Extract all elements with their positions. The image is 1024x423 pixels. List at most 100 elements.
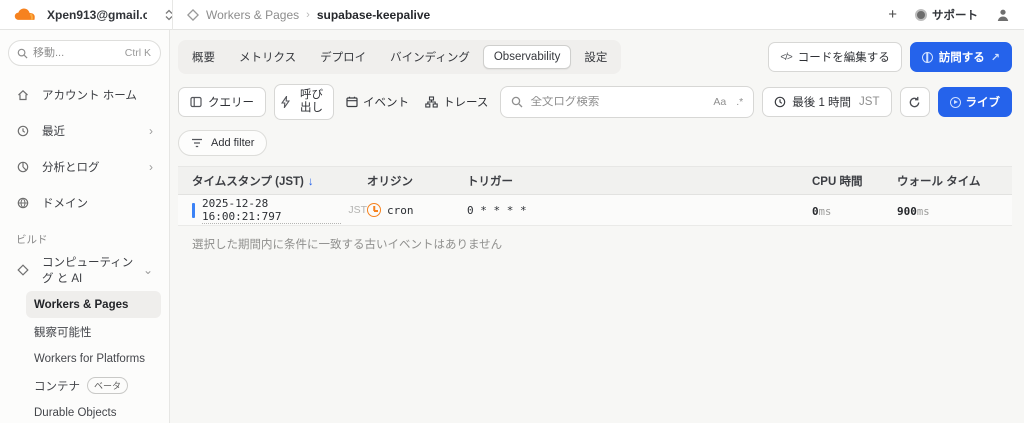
account-label: Xpen913@gmail.co... — [47, 7, 147, 22]
page-tabs: 概要 メトリクス デプロイ バインディング Observability 設定 — [178, 40, 622, 74]
clock-icon — [16, 125, 30, 137]
home-icon — [16, 89, 30, 101]
refresh-button[interactable] — [899, 87, 930, 117]
wall-time-cell: 900ms — [897, 202, 998, 218]
edit-code-button[interactable]: </> コードを編集する — [768, 42, 902, 72]
sidebar-item-label: 分析とログ — [42, 162, 100, 174]
code-icon: </> — [780, 51, 793, 63]
sidebar-item-analytics-logs[interactable]: 分析とログ › — [8, 152, 161, 182]
tab-settings[interactable]: 設定 — [573, 43, 618, 71]
sidebar-sublist: Workers & Pages 観察可能性 Workers for Platfo… — [8, 291, 161, 423]
tab-observability[interactable]: Observability — [482, 45, 572, 69]
case-sensitive-toggle[interactable]: Aa — [713, 96, 726, 108]
chevron-down-icon: ⌄ — [142, 263, 153, 277]
header-trigger: トリガー — [467, 175, 513, 188]
sidebar-search-input[interactable] — [33, 47, 113, 59]
row-origin: cron — [387, 203, 414, 217]
invocations-button[interactable]: 呼び出し — [274, 84, 334, 120]
add-button[interactable]: + — [888, 7, 897, 22]
visit-button[interactable]: 訪問する ↗ — [909, 42, 1012, 72]
log-search[interactable]: Aa .* — [500, 86, 755, 118]
sidebar-item-workers-pages[interactable]: Workers & Pages — [26, 291, 161, 318]
sub-item-label: 観察可能性 — [34, 326, 92, 339]
row-indicator — [192, 202, 195, 218]
cron-clock-icon — [367, 203, 381, 217]
sidebar-item-durable-objects[interactable]: Durable Objects — [26, 399, 161, 423]
invocations-label: 呼び出し — [300, 88, 323, 114]
time-range-button[interactable]: 最後 1 時間 JST — [762, 87, 892, 117]
clock-icon — [774, 96, 786, 108]
header-wall-time: ウォール タイム — [897, 175, 981, 188]
support-button[interactable]: サポート — [915, 7, 978, 23]
sub-item-label: Durable Objects — [34, 406, 117, 419]
beta-badge: ベータ — [87, 377, 129, 394]
log-search-input[interactable] — [530, 96, 714, 108]
sub-item-label: Workers for Platforms — [34, 352, 145, 365]
lightning-icon — [281, 96, 290, 108]
header-cpu-time: CPU 時間 — [812, 175, 863, 188]
live-label: ライブ — [965, 97, 1001, 109]
account-switcher[interactable]: Xpen913@gmail.co... — [47, 8, 173, 22]
sub-item-label: コンテナ — [34, 380, 80, 393]
search-icon — [511, 96, 523, 108]
events-button[interactable]: イベント — [342, 94, 413, 110]
query-icon — [190, 96, 202, 108]
globe-icon — [921, 51, 933, 63]
traces-button[interactable]: トレース — [421, 94, 492, 110]
time-range-timezone: JST — [859, 96, 880, 108]
user-menu-button[interactable] — [996, 8, 1010, 22]
query-button[interactable]: クエリー — [178, 87, 266, 117]
sidebar-item-workers-for-platforms[interactable]: Workers for Platforms — [26, 345, 161, 372]
compute-diamond-icon — [16, 264, 30, 276]
sidebar-item-containers[interactable]: コンテナ ベータ — [26, 372, 161, 399]
time-range-label: 最後 1 時間 — [792, 97, 852, 109]
cpu-time-cell: 0ms — [812, 202, 897, 218]
sidebar-group-compute-ai[interactable]: コンピューティング と AI ⌄ — [8, 255, 161, 285]
support-icon — [915, 8, 927, 21]
add-filter-button[interactable]: Add filter — [178, 130, 268, 156]
tab-deployments[interactable]: デプロイ — [309, 43, 377, 71]
edit-code-label: コードを編集する — [797, 52, 890, 64]
tab-overview[interactable]: 概要 — [181, 43, 226, 71]
regex-toggle[interactable]: .* — [736, 96, 743, 108]
sidebar-search[interactable]: Ctrl K — [8, 40, 161, 66]
cpu-time-value: 0 — [812, 205, 819, 218]
wall-time-unit: ms — [916, 206, 930, 218]
cpu-time-unit: ms — [818, 206, 832, 218]
events-label: イベント — [363, 97, 409, 109]
header-timestamp-label: タイムスタンプ (JST) — [192, 175, 304, 188]
support-label: サポート — [932, 9, 978, 22]
main-content: 概要 メトリクス デプロイ バインディング Observability 設定 <… — [170, 30, 1024, 423]
tab-bindings[interactable]: バインディング — [379, 43, 481, 71]
sort-desc-icon: ↓ — [307, 175, 314, 188]
cloudflare-logo-icon[interactable] — [14, 7, 40, 23]
events-table: タイムスタンプ (JST) ↓ オリジン トリガー CPU 時間 ウォール タイム… — [178, 166, 1012, 262]
sidebar-item-account-home[interactable]: アカウント ホーム — [8, 80, 161, 110]
refresh-icon — [908, 96, 921, 109]
chevron-right-icon: › — [149, 124, 153, 138]
sub-item-label: Workers & Pages — [34, 298, 129, 311]
row-timestamp: 2025-12-28 16:00:21:797 — [202, 197, 342, 224]
query-label: クエリー — [208, 97, 254, 109]
sidebar-item-label: 最近 — [42, 126, 65, 138]
breadcrumb: Workers & Pages › supabase-keepalive — [187, 8, 430, 22]
breadcrumb-workers-pages[interactable]: Workers & Pages — [206, 8, 299, 22]
row-timezone: JST — [348, 204, 367, 216]
sidebar-item-domains[interactable]: ドメイン — [8, 188, 161, 218]
filter-icon — [191, 138, 203, 148]
globe-icon — [16, 197, 30, 209]
header-timestamp[interactable]: タイムスタンプ (JST) ↓ — [192, 173, 367, 189]
row-trigger: 0 * * * * — [467, 203, 527, 217]
topbar: Xpen913@gmail.co... Workers & Pages › su… — [0, 0, 1024, 30]
tab-metrics[interactable]: メトリクス — [228, 43, 307, 71]
search-icon — [17, 48, 28, 59]
live-button[interactable]: ライブ — [937, 87, 1012, 117]
sidebar-item-recent[interactable]: 最近 › — [8, 116, 161, 146]
sidebar-item-label: ドメイン — [42, 198, 88, 210]
sidebar: Ctrl K アカウント ホーム 最近 › 分析とログ › ド — [0, 30, 170, 423]
sidebar-item-observability[interactable]: 観察可能性 — [26, 318, 161, 345]
table-row[interactable]: 2025-12-28 16:00:21:797 JST cron 0 * * *… — [178, 195, 1012, 226]
workers-diamond-icon — [187, 8, 199, 21]
table-header-row: タイムスタンプ (JST) ↓ オリジン トリガー CPU 時間 ウォール タイム — [178, 167, 1012, 195]
traces-label: トレース — [443, 97, 489, 109]
